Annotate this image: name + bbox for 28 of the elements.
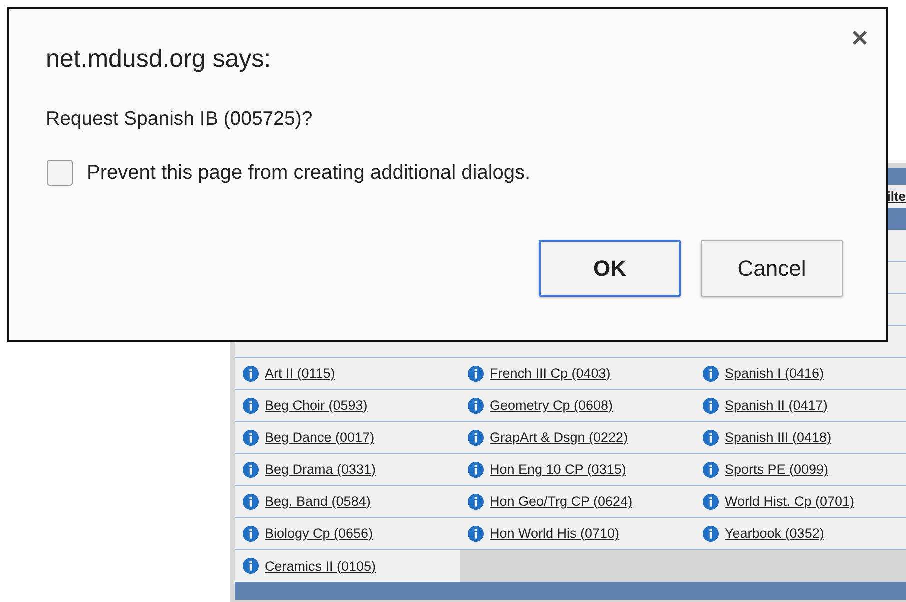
info-icon xyxy=(468,526,484,542)
info-icon xyxy=(468,462,484,478)
info-icon xyxy=(703,462,719,478)
ok-button[interactable]: OK xyxy=(539,240,681,297)
info-icon xyxy=(243,366,259,382)
info-icon xyxy=(243,494,259,510)
dialog-message: Request Spanish IB (005725)? xyxy=(46,108,313,131)
info-icon xyxy=(468,398,484,414)
info-icon xyxy=(468,494,484,510)
cancel-button[interactable]: Cancel xyxy=(701,240,843,297)
checkbox-label: Prevent this page from creating additional dialogs. xyxy=(87,162,531,184)
course-link[interactable]: Art II (0115) xyxy=(265,366,336,381)
dialog-title: net.mdusd.org says: xyxy=(46,45,272,74)
info-icon xyxy=(243,398,259,414)
info-icon xyxy=(703,494,719,510)
info-icon xyxy=(243,558,259,574)
close-icon[interactable] xyxy=(852,30,868,46)
info-icon xyxy=(243,526,259,542)
info-icon xyxy=(703,526,719,542)
checkbox[interactable] xyxy=(47,160,73,186)
info-icon xyxy=(703,366,719,382)
info-icon xyxy=(703,398,719,414)
info-icon xyxy=(468,430,484,446)
info-icon xyxy=(243,462,259,478)
info-icon xyxy=(703,430,719,446)
header-link[interactable]: ilte xyxy=(887,189,906,204)
info-icon xyxy=(468,366,484,382)
info-icon xyxy=(243,430,259,446)
